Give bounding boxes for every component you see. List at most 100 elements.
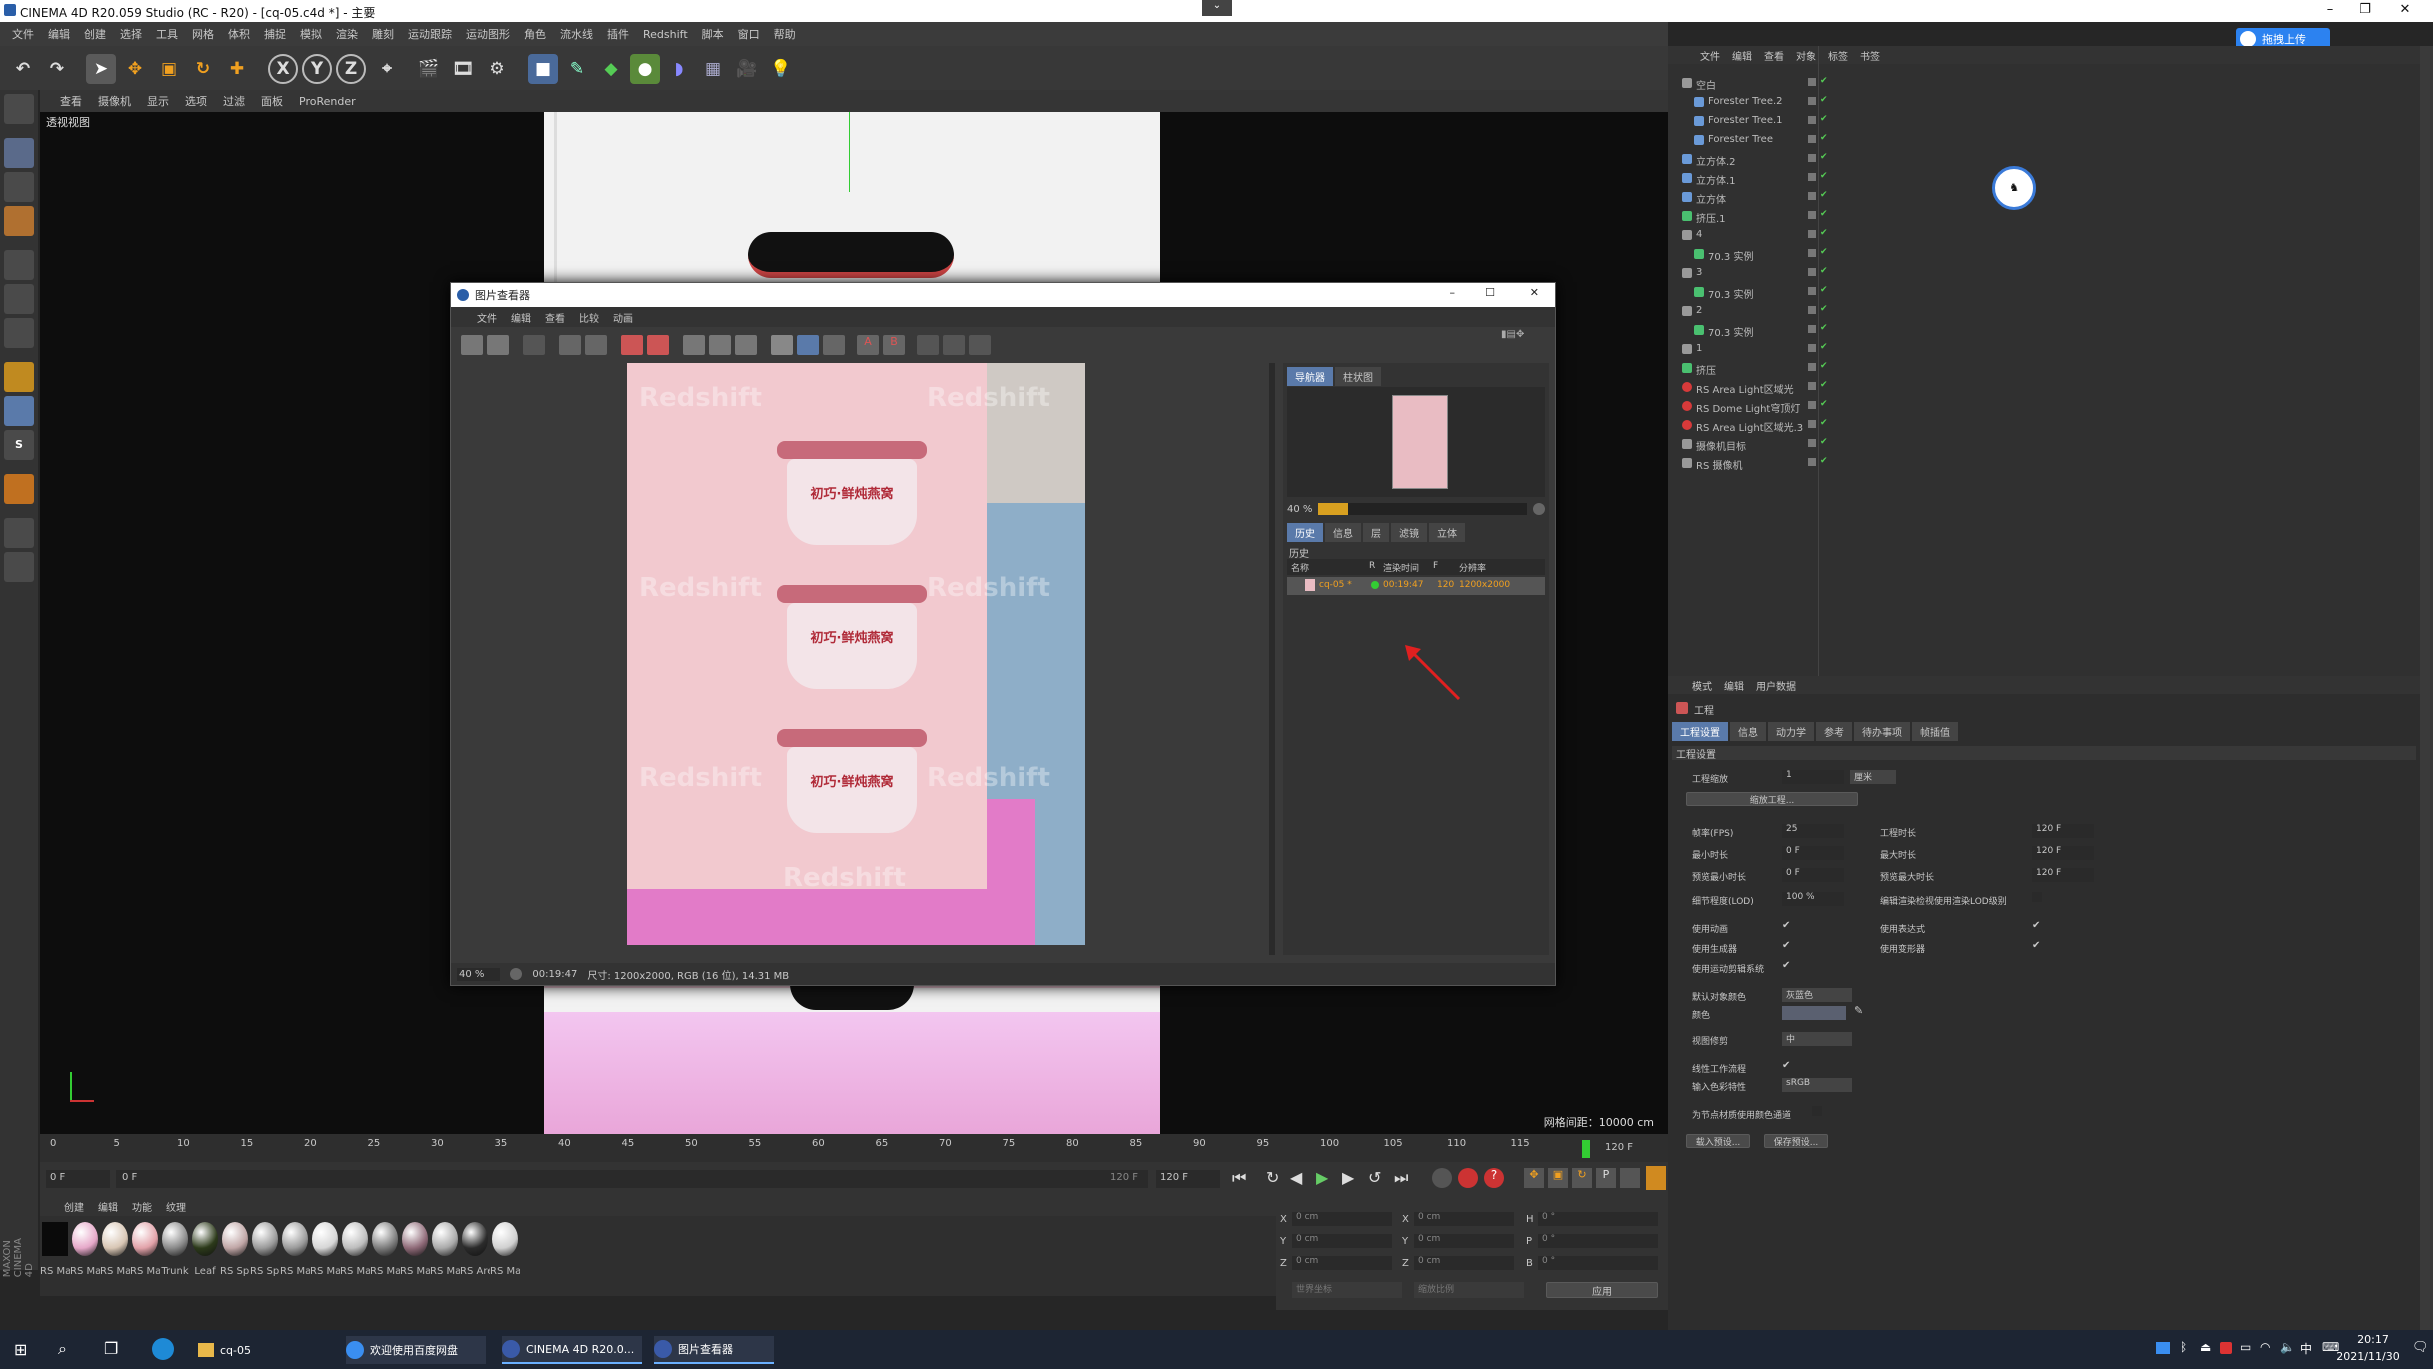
object-menu-item[interactable]: 书签 bbox=[1860, 48, 1880, 63]
scale-unit-dropdown[interactable]: 厘米 bbox=[1850, 770, 1896, 784]
object-row[interactable]: Forester Tree ✔ bbox=[1668, 131, 2420, 150]
use-deformers-checkbox[interactable]: ✔ bbox=[2032, 940, 2040, 951]
object-row[interactable]: 4 ✔ bbox=[1668, 226, 2420, 245]
tab-filter[interactable]: 滤镜 bbox=[1391, 523, 1427, 542]
tab-navigator[interactable]: 导航器 bbox=[1287, 367, 1333, 386]
visibility-toggle[interactable] bbox=[1808, 306, 1816, 314]
region-render-icon[interactable] bbox=[585, 335, 607, 355]
viewport-menu-item[interactable]: ProRender bbox=[299, 95, 356, 108]
menu-item[interactable]: 帮助 bbox=[774, 26, 796, 42]
material-swatch[interactable] bbox=[462, 1222, 488, 1256]
chevron-down-icon[interactable]: ⌄ bbox=[1202, 0, 1232, 16]
enable-check-icon[interactable]: ✔ bbox=[1820, 342, 1828, 352]
menu-item[interactable]: 文件 bbox=[12, 26, 34, 42]
ab-a-icon[interactable]: A bbox=[857, 335, 879, 355]
coord-x-field[interactable]: 0 cm bbox=[1292, 1212, 1392, 1226]
pv-menu-item[interactable]: 比较 bbox=[579, 310, 599, 325]
timeline-layout-icon[interactable] bbox=[1646, 1166, 1666, 1190]
linear-workflow-checkbox[interactable]: ✔ bbox=[1782, 1060, 1790, 1071]
snap-icon[interactable]: S bbox=[4, 430, 34, 460]
menu-item[interactable]: 运动图形 bbox=[466, 26, 510, 42]
restore-icon[interactable]: ❐ bbox=[2345, 2, 2385, 17]
points-mode-icon[interactable] bbox=[4, 250, 34, 280]
visibility-toggle[interactable] bbox=[1808, 287, 1816, 295]
enable-check-icon[interactable]: ✔ bbox=[1820, 76, 1828, 86]
visibility-toggle[interactable] bbox=[1808, 97, 1816, 105]
material-swatch[interactable] bbox=[72, 1222, 98, 1256]
object-row[interactable]: 挤压 ✔ bbox=[1668, 359, 2420, 378]
min-time-field[interactable]: 0 F bbox=[1782, 846, 1844, 860]
viewport-menu-item[interactable]: 过滤 bbox=[223, 93, 245, 109]
visibility-toggle[interactable] bbox=[1808, 344, 1816, 352]
visibility-toggle[interactable] bbox=[1808, 401, 1816, 409]
compare-b-icon[interactable] bbox=[709, 335, 731, 355]
save-preset-button[interactable]: 保存预设... bbox=[1764, 1134, 1828, 1148]
material-swatch[interactable] bbox=[402, 1222, 428, 1256]
timeline-playhead[interactable] bbox=[1582, 1140, 1590, 1158]
apply-button[interactable]: 应用 bbox=[1546, 1282, 1658, 1298]
bluetooth-icon[interactable]: ᛒ bbox=[2180, 1340, 2187, 1354]
enable-check-icon[interactable]: ✔ bbox=[1820, 133, 1828, 143]
material-swatch[interactable] bbox=[312, 1222, 338, 1256]
layer-icon[interactable] bbox=[943, 335, 965, 355]
material-swatch[interactable] bbox=[372, 1222, 398, 1256]
rot-p-field[interactable]: 0 ° bbox=[1538, 1234, 1658, 1248]
menu-item[interactable]: Redshift bbox=[643, 28, 688, 41]
object-row[interactable]: 摄像机目标 ✔ bbox=[1668, 435, 2420, 454]
material-swatch[interactable] bbox=[342, 1222, 368, 1256]
minimize-icon[interactable]: – bbox=[1450, 286, 1456, 299]
enable-check-icon[interactable]: ✔ bbox=[1820, 247, 1828, 257]
usb-icon[interactable]: ⏏ bbox=[2200, 1340, 2211, 1354]
key-rotation-icon[interactable]: ↻ bbox=[1572, 1168, 1592, 1188]
light-icon[interactable]: 💡 bbox=[766, 54, 796, 84]
enable-check-icon[interactable]: ✔ bbox=[1820, 152, 1828, 162]
deformer-icon[interactable]: ◗ bbox=[664, 54, 694, 84]
scale-field[interactable]: 1 bbox=[1782, 770, 1844, 784]
pen-icon[interactable]: ✎ bbox=[562, 54, 592, 84]
taskbar-folder[interactable]: cq-05 bbox=[198, 1336, 328, 1364]
step-back-icon[interactable]: ◀ bbox=[1290, 1168, 1302, 1187]
render-view-icon[interactable]: 🎬 bbox=[414, 54, 444, 84]
eyedropper-icon[interactable]: ✎ bbox=[1854, 1004, 1863, 1017]
motion-system-checkbox[interactable]: ✔ bbox=[1782, 960, 1790, 971]
attr-menu-item[interactable]: 模式 bbox=[1692, 678, 1712, 693]
menu-item[interactable]: 创建 bbox=[84, 26, 106, 42]
visibility-toggle[interactable] bbox=[1808, 439, 1816, 447]
viewport-menu-item[interactable]: 显示 bbox=[147, 93, 169, 109]
visibility-toggle[interactable] bbox=[1808, 230, 1816, 238]
enable-check-icon[interactable]: ✔ bbox=[1820, 418, 1828, 428]
object-row[interactable]: 挤压.1 ✔ bbox=[1668, 207, 2420, 226]
menu-item[interactable]: 编辑 bbox=[48, 26, 70, 42]
tab-stereo[interactable]: 立体 bbox=[1429, 523, 1465, 542]
object-row[interactable]: 3 ✔ bbox=[1668, 264, 2420, 283]
tab-layer[interactable]: 层 bbox=[1363, 523, 1389, 542]
render-active-icon[interactable] bbox=[647, 335, 669, 355]
object-row[interactable]: 70.3 实例 ✔ bbox=[1668, 245, 2420, 264]
floor-icon[interactable]: ▦ bbox=[698, 54, 728, 84]
material-swatch[interactable] bbox=[222, 1222, 248, 1256]
menu-item[interactable]: 脚本 bbox=[702, 26, 724, 42]
enable-check-icon[interactable]: ✔ bbox=[1820, 95, 1828, 105]
axis-z-button[interactable]: Z bbox=[336, 54, 366, 84]
key-position-icon[interactable]: ✥ bbox=[1524, 1168, 1544, 1188]
enable-check-icon[interactable]: ✔ bbox=[1820, 171, 1828, 181]
enable-check-icon[interactable]: ✔ bbox=[1820, 456, 1828, 466]
current-frame-field[interactable]: 0 F bbox=[46, 1170, 110, 1188]
material-swatch[interactable] bbox=[492, 1222, 518, 1256]
open-icon[interactable] bbox=[461, 335, 483, 355]
menu-item[interactable]: 角色 bbox=[524, 26, 546, 42]
object-row[interactable]: 空白 ✔ bbox=[1668, 74, 2420, 93]
minimize-icon[interactable]: – bbox=[2310, 2, 2350, 17]
object-row[interactable]: 1 ✔ bbox=[1668, 340, 2420, 359]
scale-project-button[interactable]: 缩放工程... bbox=[1686, 792, 1858, 806]
material-swatch[interactable] bbox=[282, 1222, 308, 1256]
tab-dynamics[interactable]: 动力学 bbox=[1768, 722, 1814, 741]
preview-min-field[interactable]: 0 F bbox=[1782, 868, 1844, 882]
split-view-icon[interactable] bbox=[823, 335, 845, 355]
material-swatch[interactable] bbox=[192, 1222, 218, 1256]
timeline-ruler[interactable]: 0 5 10 15 20 25 30 35 40 45 50 55 60 65 70 75 80 85 90 95 10… bbox=[40, 1134, 1668, 1162]
visibility-toggle[interactable] bbox=[1808, 249, 1816, 257]
grid-workplane-icon[interactable] bbox=[4, 518, 34, 548]
render-settings-icon[interactable]: ⚙ bbox=[482, 54, 512, 84]
menu-item[interactable]: 网格 bbox=[192, 26, 214, 42]
